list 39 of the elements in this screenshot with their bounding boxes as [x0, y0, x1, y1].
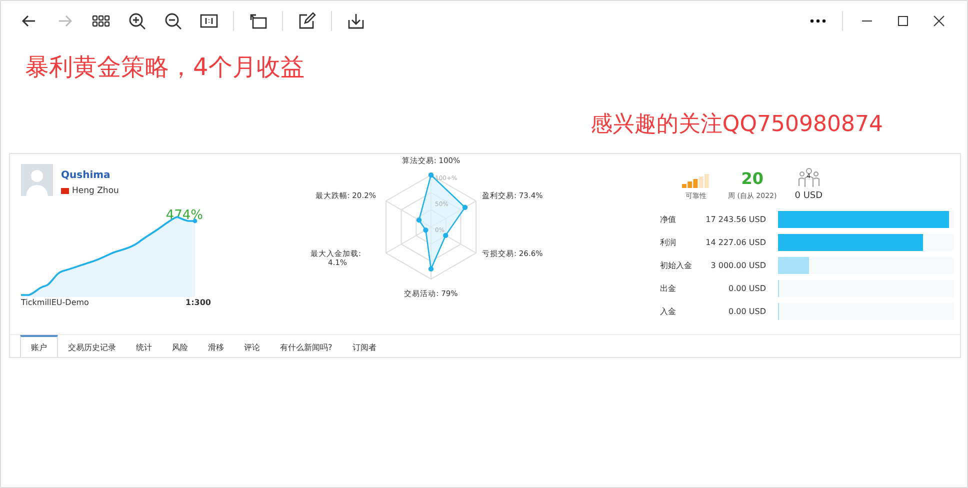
zoom-in-icon [128, 12, 146, 30]
actual-size-icon [200, 12, 218, 30]
growth-value: 474% [166, 208, 203, 223]
contact-line: 感兴趣的关注QQ750980874 [590, 111, 883, 139]
bar-value: 14 227.06 USD [704, 238, 766, 247]
rotate-icon [249, 12, 267, 30]
weeks-value: 20 [741, 169, 764, 188]
tab[interactable]: 交易历史记录 [58, 335, 126, 357]
trader-name[interactable]: Qushima [61, 170, 119, 181]
bar-label: 初始入金 [660, 260, 693, 271]
tab[interactable]: 账户 [20, 335, 58, 357]
maximize-icon [897, 15, 909, 27]
leverage-value: 1:300 [186, 298, 211, 307]
bar-label: 入金 [660, 306, 677, 317]
bar-label: 利润 [660, 237, 677, 248]
subscribers-value: 0 USD [794, 191, 823, 201]
tab[interactable]: 统计 [126, 335, 162, 357]
location-text: Heng Zhou [72, 186, 119, 196]
close-icon [933, 15, 945, 27]
bar-value: 17 243.56 USD [704, 215, 766, 224]
edit-icon [298, 12, 316, 30]
tab[interactable]: 风险 [162, 335, 198, 357]
more-icon [809, 18, 827, 24]
tab[interactable]: 有什么新闻吗? [270, 335, 342, 357]
tab[interactable]: 评论 [234, 335, 270, 357]
reliability-icon [682, 174, 710, 188]
zoom-out-icon [164, 12, 182, 30]
tab[interactable]: 滑移 [198, 335, 234, 357]
bar-value: 0.00 USD [728, 307, 766, 316]
bar-label: 净值 [660, 214, 677, 225]
download-icon [347, 12, 365, 30]
tab[interactable]: 订阅者 [342, 335, 386, 357]
server-name: TickmillEU-Demo [21, 298, 89, 307]
headline: 暴利黄金策略，4个月收益 [25, 52, 306, 83]
subscribers-icon [796, 168, 821, 188]
bar-label: 出金 [660, 283, 677, 294]
bar-value: 3 000.00 USD [710, 261, 766, 270]
flag-icon [61, 188, 69, 194]
bar-value: 0.00 USD [728, 284, 766, 293]
